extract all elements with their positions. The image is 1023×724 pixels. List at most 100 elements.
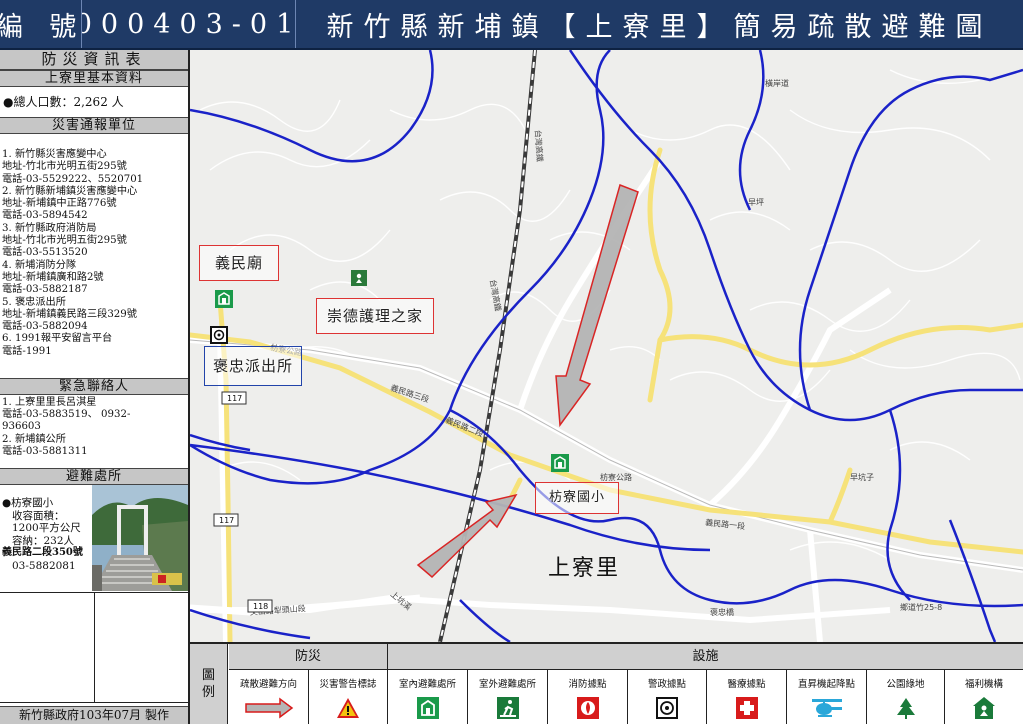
label-chongde-nursing: 崇德護理之家	[316, 298, 434, 334]
population: ●總人口數：2,262 人	[3, 95, 124, 109]
legend-warning-sign: 災害警告標誌	[309, 670, 388, 724]
blank-cells	[0, 593, 188, 703]
village-name: 上寮里	[548, 556, 621, 581]
report-line: 電話-1991	[2, 345, 52, 357]
report-units-list: 1. 新竹縣災害應變中心 地址-竹北市光明五街295號 電話-03-552922…	[0, 134, 188, 378]
legend-item-label: 災害警告標誌	[319, 679, 377, 690]
outdoor-shelter-icon	[496, 697, 520, 719]
township-road-label: 鄉道竹25-8	[900, 602, 942, 612]
legend-fire-point: 消防據點	[548, 670, 628, 724]
emergency-line: 2. 新埔鎮公所	[2, 433, 66, 445]
tree-icon	[894, 697, 918, 719]
legend-medical-point: 醫療據點	[707, 670, 787, 724]
medical-cross-icon	[735, 697, 759, 719]
map-legend: 圖 例 防災 設施 疏散避難方向 災害警告標誌 室內避難處所 室外避難處所 消防…	[190, 642, 1023, 724]
route-shield-117a: 117	[227, 394, 242, 403]
legend-item-label: 室外避難處所	[478, 679, 536, 690]
emergency-line: 936603	[2, 421, 41, 433]
report-line: 3. 新竹縣政府消防局	[2, 222, 97, 234]
producer-footer: 新竹縣政府103年07月 製作	[0, 706, 188, 724]
report-line: 6. 1991報平安留言平台	[2, 333, 113, 345]
shelter-area: 1200平方公尺	[12, 522, 81, 534]
fire-icon	[576, 697, 600, 719]
police-icon	[655, 697, 679, 719]
route-shield-117b: 117	[219, 516, 234, 525]
emergency-contact-list: 1. 上寮里里長呂淇星 電話-03-5883519、 0932- 936603 …	[0, 395, 188, 468]
helicopter-icon	[810, 697, 844, 719]
route-shield-118: 118	[253, 602, 268, 611]
legend-item-label: 警政據點	[647, 679, 686, 690]
report-line: 地址-新埔鎮中正路776號	[2, 198, 117, 210]
police-icon[interactable]	[210, 326, 228, 348]
shelter-phone: 03-5882081	[12, 559, 76, 572]
legend-group-disaster: 防災	[229, 644, 388, 670]
legend-item-label: 室內避難處所	[398, 679, 456, 690]
shelter-capacity: 容納：232人	[12, 534, 75, 547]
place-label-huangtu: 橫岸道	[765, 78, 789, 88]
legend-police-point: 警政據點	[628, 670, 707, 724]
legend-item-label: 福利機構	[964, 679, 1003, 690]
bridge-label: 褒忠橋	[710, 607, 734, 617]
map-code: 1000403-011	[82, 0, 296, 48]
emergency-line: 電話-03-5883519、 0932-	[2, 409, 131, 421]
report-line: 電話-03-5882094	[2, 321, 88, 333]
shelter-name: ●枋寮國小	[2, 497, 54, 509]
report-line: 5. 褒忠派出所	[2, 296, 66, 308]
report-line: 電話-03-5529222、5520701	[2, 173, 144, 185]
report-line: 電話-03-5513520	[2, 247, 88, 259]
legend-welfare: 福利機構	[945, 670, 1023, 724]
label-fangliao-school: 枋寮國小	[535, 482, 619, 514]
legend-group-facility: 設施	[388, 644, 1023, 670]
indoor-shelter-icon[interactable]	[215, 290, 233, 312]
legend-item-label: 直昇機起降點	[797, 679, 855, 690]
place-label-zaoping: 早坪	[748, 198, 764, 207]
legend-item-label: 疏散避難方向	[239, 679, 297, 690]
legend-item-label: 醫療據點	[727, 679, 766, 690]
legend-item-label: 消防據點	[568, 679, 607, 690]
legend-park: 公園綠地	[867, 670, 945, 724]
legend-heli-pad: 直昇機起降點	[787, 670, 867, 724]
shelter-info: ●枋寮國小 收容面積： 1200平方公尺 容納：232人 義民路二段350號 0…	[0, 485, 188, 593]
report-line: 電話-03-5894542	[2, 210, 88, 222]
panel-title: 防災資訊表	[0, 50, 188, 70]
report-line: 電話-03-5882187	[2, 284, 88, 296]
shelter-address: 義民路二段350號	[2, 547, 83, 558]
label-baozhong-police: 褒忠派出所	[204, 346, 302, 386]
shelter-photo-image	[92, 485, 188, 591]
road-label-fangliao-2: 枋寮公路	[600, 472, 632, 482]
place-label-zaokengzi: 早坑子	[850, 472, 874, 482]
welfare-icon[interactable]	[351, 270, 367, 290]
shelter-text: ●枋寮國小 收容面積： 1200平方公尺 容納：232人 義民路二段350號 0…	[0, 485, 92, 592]
report-line: 1. 新竹縣災害應變中心	[2, 149, 107, 160]
map-title: 新竹縣新埔鎮【上寮里】簡易疏散避難圖	[326, 11, 993, 43]
report-line: 地址-新埔鎮廣和路2號	[2, 271, 104, 283]
basic-info-title: 上寮里基本資料	[0, 70, 188, 87]
legend-item-label: 公園綠地	[886, 679, 925, 690]
indoor-shelter-icon	[416, 697, 440, 719]
report-line: 地址-竹北市光明五街295號	[2, 161, 127, 173]
title-bar: 編 號 1000403-011 新竹縣新埔鎮【上寮里】簡易疏散避難圖	[0, 0, 1023, 50]
map-area[interactable]: 義民路三段 義民路二段 義民路一段 枋寮公路 枋寮公路 台灣高鐵 台灣高鐵 文山…	[190, 50, 1023, 642]
welfare-icon	[972, 697, 996, 719]
legend-side-char: 圖	[201, 668, 215, 683]
label-yimin-temple: 義民廟	[199, 245, 279, 281]
legend-side-label: 圖 例	[190, 644, 228, 724]
report-line: 2. 新竹縣新埔鎮災害應變中心	[2, 185, 138, 197]
legend-side-char: 例	[201, 685, 215, 700]
indoor-shelter-icon[interactable]	[551, 454, 569, 476]
warning-icon	[336, 697, 360, 719]
legend-outdoor-shelter: 室外避難處所	[468, 670, 548, 724]
emergency-line: 電話-03-5881311	[2, 445, 88, 457]
shelter-title: 避難處所	[0, 468, 188, 485]
emergency-contact-title: 緊急聯絡人	[0, 378, 188, 395]
evac-arrow-icon	[244, 697, 294, 719]
code-label: 編 號	[0, 0, 82, 48]
report-line: 地址-新埔鎮義民路三段329號	[2, 308, 137, 320]
report-line: 地址-竹北市光明五街295號	[2, 235, 127, 247]
report-units-title: 災害通報單位	[0, 117, 188, 134]
report-line: 4. 新埔消防分隊	[2, 259, 77, 271]
emergency-line: 1. 上寮里里長呂淇星	[2, 397, 97, 408]
info-panel: 防災資訊表 上寮里基本資料 ●總人口數：2,262 人 災害通報單位 1. 新竹…	[0, 50, 190, 724]
shelter-photo	[92, 485, 188, 591]
shelter-area-label: 收容面積：	[12, 509, 65, 522]
